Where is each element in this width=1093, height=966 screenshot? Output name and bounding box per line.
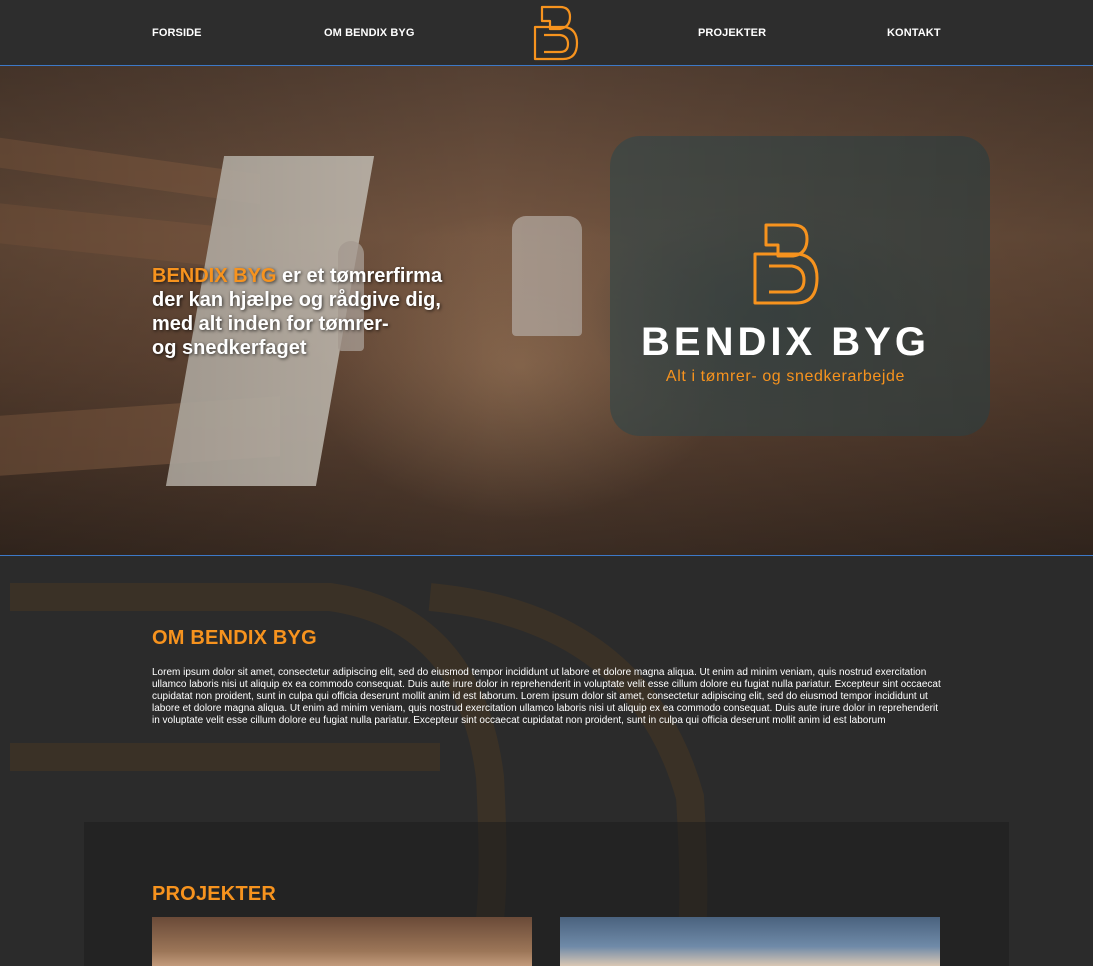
hero-line: med alt inden for tømrer- [152,313,389,335]
hero-banner: BENDIX BYG er et tømrerfirma der kan hjæ… [0,66,1093,556]
project-card-image[interactable] [560,917,940,966]
hero-brand: BENDIX BYG [152,265,277,287]
hero-logo-name: BENDIX BYG [641,320,930,364]
nav-item-projekter[interactable]: PROJEKTER [698,27,766,39]
top-navigation: FORSIDE OM BENDIX BYG PROJEKTER KONTAKT [0,0,1093,66]
hero-line: og snedkerfaget [152,337,307,359]
hero-line: er et tømrerfirma [282,265,443,287]
nav-item-kontakt[interactable]: KONTAKT [887,27,941,39]
bendix-logo-icon [753,223,818,305]
bendix-logo-icon[interactable] [532,5,580,61]
hero-line: der kan hjælpe og rådgive dig, [152,289,441,311]
about-body: Lorem ipsum dolor sit amet, consectetur … [152,667,941,726]
projects-title: PROJEKTER [152,883,277,905]
project-card-image[interactable] [152,917,532,966]
hero-logo-tagline: Alt i tømrer- og snedkerarbejde [665,368,906,385]
about-title: OM BENDIX BYG [152,627,317,649]
nav-item-forside[interactable]: FORSIDE [152,27,202,39]
hero-logo: BENDIX BYG Alt i tømrer- og snedkerarbej… [628,222,943,386]
hero-heading: BENDIX BYG er et tømrerfirma der kan hjæ… [152,264,462,360]
nav-item-om-bendix-byg[interactable]: OM BENDIX BYG [324,27,415,39]
